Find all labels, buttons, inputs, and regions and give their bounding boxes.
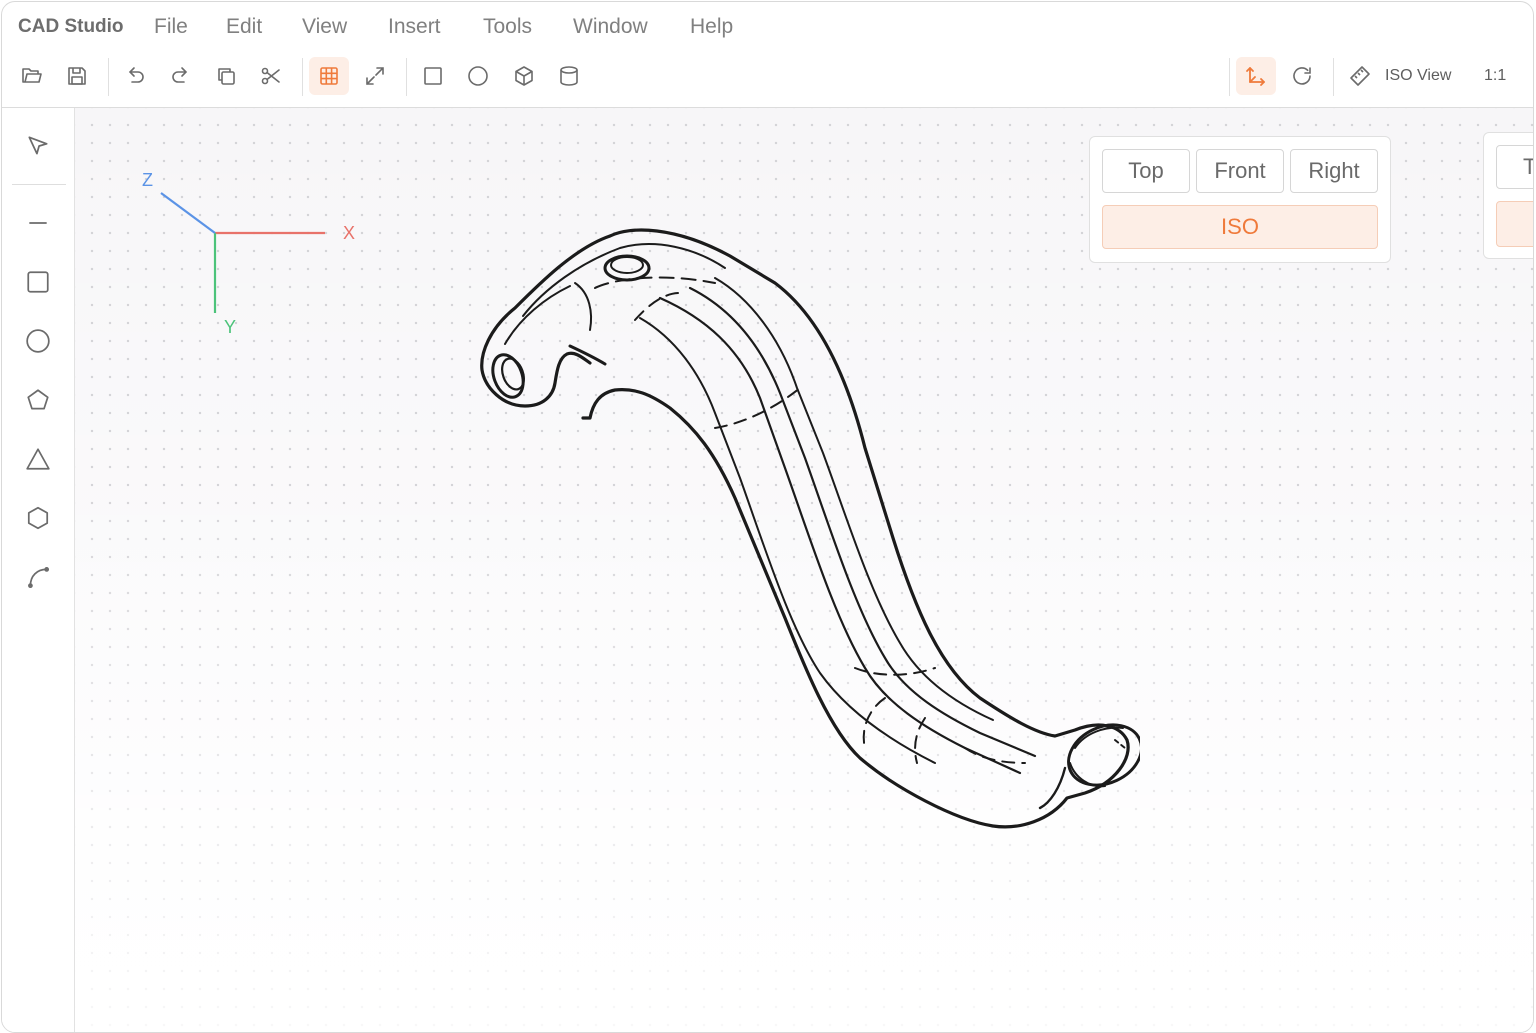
menu-insert[interactable]: Insert: [388, 15, 441, 39]
circle-tool-icon[interactable]: [18, 321, 58, 361]
triangle-icon[interactable]: [18, 439, 58, 479]
axis-gizmo: X Y Z: [142, 170, 355, 337]
save-icon[interactable]: [57, 57, 97, 95]
arc-icon[interactable]: [18, 557, 58, 597]
scissors-icon[interactable]: [251, 57, 291, 95]
cube-icon[interactable]: [504, 57, 544, 95]
app-title: CAD Studio: [18, 16, 124, 37]
tool-divider: [12, 184, 66, 185]
menu-help[interactable]: Help: [690, 15, 733, 39]
hexagon-icon[interactable]: [18, 498, 58, 538]
ruler-icon[interactable]: [1340, 57, 1380, 95]
view-front-button[interactable]: Front: [1196, 149, 1284, 193]
expand-icon[interactable]: [355, 57, 395, 95]
scale-label[interactable]: 1:1: [1484, 67, 1506, 85]
toolbar: ISO View 1:1: [2, 52, 1533, 108]
pentagon-icon[interactable]: [18, 380, 58, 420]
line-icon[interactable]: [18, 203, 58, 243]
app-window: CAD Studio File Edit View Insert Tools W…: [1, 1, 1534, 1033]
menu-file[interactable]: File: [154, 15, 188, 39]
rotate-icon[interactable]: [1282, 57, 1322, 95]
viewport-canvas[interactable]: X Y Z Top Front Right ISO T: [75, 108, 1533, 1032]
select-arrow-icon[interactable]: [18, 126, 58, 166]
tool-panel: [2, 108, 75, 1032]
undo-icon[interactable]: [115, 57, 155, 95]
view-orientation-panel-partial: To: [1483, 132, 1533, 259]
view-orientation-panel: Top Front Right ISO: [1089, 136, 1391, 263]
z-axis-label: Z: [142, 170, 153, 190]
open-folder-icon[interactable]: [12, 57, 52, 95]
axis-icon[interactable]: [1236, 57, 1276, 95]
cylinder-icon[interactable]: [549, 57, 589, 95]
menu-window[interactable]: Window: [573, 15, 648, 39]
y-axis-label: Y: [224, 317, 236, 337]
z-axis-line: [160, 192, 216, 234]
redo-icon[interactable]: [161, 57, 201, 95]
cad-part-model[interactable]: [470, 223, 1140, 843]
view-right-button[interactable]: Right: [1290, 149, 1378, 193]
copy-icon[interactable]: [206, 57, 246, 95]
view-top-button[interactable]: Top: [1102, 149, 1190, 193]
rectangle-icon[interactable]: [18, 262, 58, 302]
view-top-button-partial[interactable]: To: [1496, 145, 1533, 189]
grid-icon[interactable]: [309, 57, 349, 95]
x-axis-label: X: [343, 223, 355, 243]
square-icon[interactable]: [413, 57, 453, 95]
view-iso-button-partial[interactable]: [1496, 201, 1533, 247]
circle-icon[interactable]: [458, 57, 498, 95]
view-mode-label[interactable]: ISO View: [1385, 67, 1451, 85]
menu-edit[interactable]: Edit: [226, 15, 262, 39]
view-iso-button[interactable]: ISO: [1102, 205, 1378, 249]
menu-tools[interactable]: Tools: [483, 15, 532, 39]
menu-view[interactable]: View: [302, 15, 347, 39]
menu-bar: CAD Studio File Edit View Insert Tools W…: [2, 2, 1533, 52]
